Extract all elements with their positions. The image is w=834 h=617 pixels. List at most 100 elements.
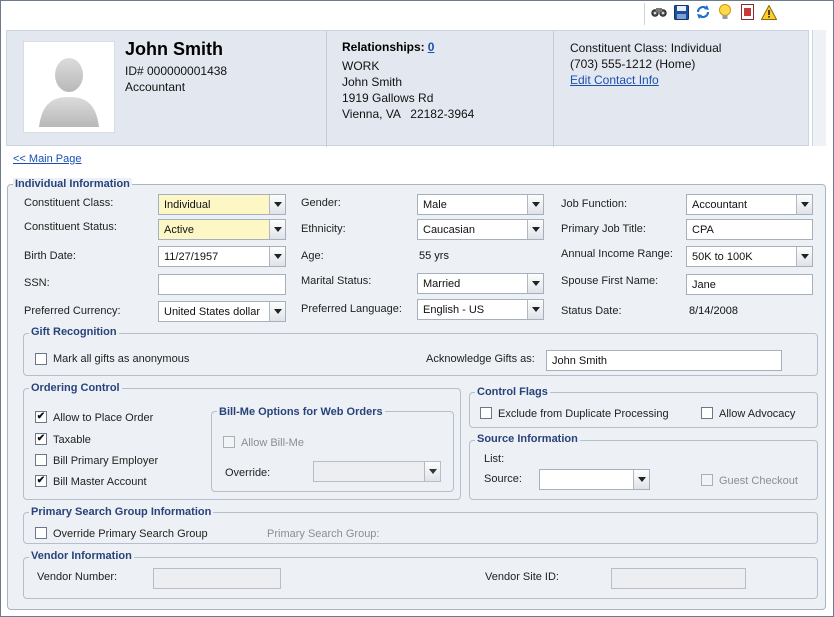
chevron-down-icon[interactable]: [527, 300, 543, 319]
relationships-count-link[interactable]: 0: [428, 40, 435, 54]
gender-value: Male: [423, 199, 447, 211]
constituent-header: John Smith ID# 000000001438 Accountant R…: [6, 30, 809, 147]
chevron-down-icon[interactable]: [527, 195, 543, 214]
birth-date-label: Birth Date:: [24, 250, 76, 262]
relationships-label: Relationships:: [342, 40, 425, 54]
ssn-input[interactable]: [158, 274, 286, 295]
allow-advocacy-label: Allow Advocacy: [719, 408, 796, 420]
gender-select[interactable]: Male: [417, 194, 544, 215]
birth-date-value: 11/27/1957: [164, 251, 219, 263]
source-select[interactable]: [539, 469, 650, 490]
bill-master-account-checkbox[interactable]: ✔: [35, 475, 47, 487]
primary-job-title-label: Primary Job Title:: [561, 223, 646, 235]
annual-income-label: Annual Income Range:: [561, 248, 673, 260]
ethnicity-value: Caucasian: [423, 224, 475, 236]
constituent-status-value: Active: [164, 224, 194, 236]
override-search-group-checkbox[interactable]: [35, 527, 47, 539]
relationships: Relationships: 0: [342, 40, 434, 54]
chevron-down-icon[interactable]: [424, 462, 440, 481]
bill-primary-employer-label: Bill Primary Employer: [53, 455, 159, 467]
chevron-down-icon[interactable]: [269, 302, 285, 321]
vendor-site-id-input[interactable]: [611, 568, 746, 589]
annual-income-value: 50K to 100K: [692, 251, 753, 263]
vendor-site-id-label: Vendor Site ID:: [485, 571, 559, 583]
taxable-label: Taxable: [53, 434, 91, 446]
allow-place-order-label: Allow to Place Order: [53, 412, 154, 424]
vendor-information-title: Vendor Information: [29, 550, 134, 562]
constituent-status-select[interactable]: Active: [158, 219, 286, 240]
constituent-job: Accountant: [125, 80, 186, 94]
source-information-title: Source Information: [475, 433, 580, 445]
exclude-duplicate-checkbox[interactable]: [480, 407, 492, 419]
allow-place-order-checkbox[interactable]: ✔: [35, 411, 47, 423]
contact-block: Constituent Class: Individual (703) 555-…: [570, 40, 721, 88]
spouse-first-name-label: Spouse First Name:: [561, 275, 659, 287]
bill-me-options-title: Bill-Me Options for Web Orders: [217, 406, 385, 418]
chevron-down-icon[interactable]: [269, 195, 285, 214]
header-scrollbar[interactable]: [812, 30, 826, 146]
address-city: Vienna, VA 22182-3964: [342, 107, 475, 121]
exclude-duplicate-label: Exclude from Duplicate Processing: [498, 408, 669, 420]
allow-advocacy-checkbox[interactable]: [701, 407, 713, 419]
job-function-select[interactable]: Accountant: [686, 194, 813, 215]
header-divider: [326, 31, 327, 147]
chevron-down-icon[interactable]: [796, 247, 812, 266]
ethnicity-label: Ethnicity:: [301, 223, 346, 235]
address-name: John Smith: [342, 75, 403, 89]
control-flags-title: Control Flags: [475, 386, 550, 398]
chevron-down-icon[interactable]: [269, 220, 285, 239]
header-divider: [553, 31, 554, 147]
birth-date-picker[interactable]: 11/27/1957: [158, 246, 286, 267]
constituent-class-select[interactable]: Individual: [158, 194, 286, 215]
chevron-down-icon[interactable]: [633, 470, 649, 489]
refresh-icon[interactable]: [694, 3, 712, 21]
taxable-checkbox[interactable]: ✔: [35, 433, 47, 445]
marital-status-label: Marital Status:: [301, 275, 372, 287]
allow-bill-me-checkbox[interactable]: [223, 436, 235, 448]
primary-job-title-input[interactable]: CPA: [686, 219, 813, 240]
acknowledge-input[interactable]: John Smith: [546, 350, 782, 371]
anonymous-checkbox[interactable]: [35, 353, 47, 365]
chevron-down-icon[interactable]: [527, 220, 543, 239]
phone-line: (703) 555-1212 (Home): [570, 57, 696, 71]
anonymous-label: Mark all gifts as anonymous: [53, 353, 190, 365]
save-icon[interactable]: [672, 3, 690, 21]
list-label: List:: [484, 453, 505, 465]
binoculars-icon[interactable]: [650, 3, 668, 21]
preferred-language-select[interactable]: English - US: [417, 299, 544, 320]
annual-income-select[interactable]: 50K to 100K: [686, 246, 813, 267]
source-label: Source:: [484, 473, 522, 485]
chevron-down-icon[interactable]: [269, 247, 285, 266]
preferred-currency-label: Preferred Currency:: [24, 305, 121, 317]
chevron-down-icon[interactable]: [527, 274, 543, 293]
constituent-status-label: Constituent Status:: [24, 221, 117, 233]
ordering-control-title: Ordering Control: [29, 382, 122, 394]
override-search-group-label: Override Primary Search Group: [53, 528, 208, 540]
constituent-id: ID# 000000001438: [125, 64, 228, 78]
main-page-link[interactable]: << Main Page: [13, 153, 82, 165]
primary-search-group-label: Primary Search Group:: [267, 528, 380, 540]
profile-photo: [23, 41, 115, 133]
vendor-number-label: Vendor Number:: [37, 571, 118, 583]
marital-status-select[interactable]: Married: [417, 273, 544, 294]
spouse-first-name-input[interactable]: Jane: [686, 274, 813, 295]
lightbulb-icon[interactable]: [716, 3, 734, 21]
override-select[interactable]: [313, 461, 441, 482]
bill-master-account-label: Bill Master Account: [53, 476, 147, 488]
chevron-down-icon[interactable]: [796, 195, 812, 214]
edit-contact-link[interactable]: Edit Contact Info: [570, 72, 721, 88]
preferred-currency-select[interactable]: United States dollar: [158, 301, 286, 322]
age-value: 55 yrs: [419, 250, 449, 262]
constituent-class-line: Constituent Class: Individual: [570, 41, 722, 55]
preferred-language-label: Preferred Language:: [301, 303, 402, 315]
bill-primary-employer-checkbox[interactable]: [35, 454, 47, 466]
allow-bill-me-label: Allow Bill-Me: [241, 437, 304, 449]
marital-status-value: Married: [423, 278, 461, 290]
ethnicity-select[interactable]: Caucasian: [417, 219, 544, 240]
constituent-class-label: Constituent Class:: [24, 197, 114, 209]
warning-icon[interactable]: [760, 3, 778, 21]
ssn-label: SSN:: [24, 277, 50, 289]
vendor-number-input[interactable]: [153, 568, 281, 589]
report-icon[interactable]: [738, 3, 756, 21]
guest-checkout-checkbox[interactable]: [701, 474, 713, 486]
